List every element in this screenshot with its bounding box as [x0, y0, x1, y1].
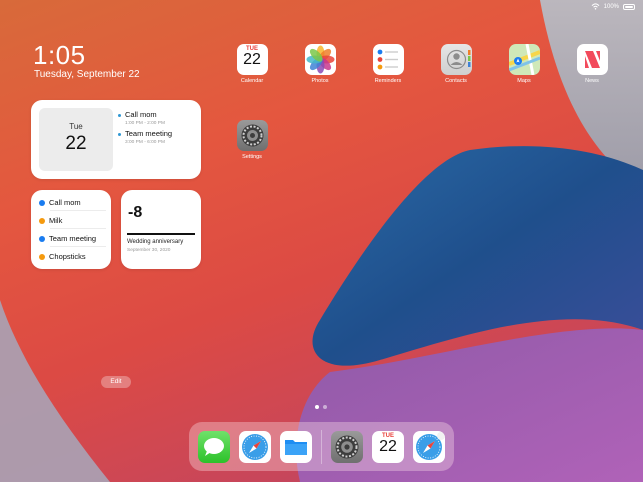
- app-label: Photos: [311, 78, 329, 84]
- calendar-icon-day: 22: [379, 438, 397, 455]
- dock-safari-recent[interactable]: [413, 431, 445, 463]
- app-label: News: [585, 78, 599, 84]
- calendar-icon-day: 22: [243, 51, 261, 68]
- reminders-widget[interactable]: Call mom Milk Team meeting Chopsticks: [31, 190, 111, 269]
- app-news[interactable]: News: [570, 44, 614, 84]
- news-icon: [576, 44, 608, 75]
- contacts-icon: [440, 44, 472, 75]
- app-maps[interactable]: Maps: [502, 44, 546, 84]
- dock-settings[interactable]: [331, 431, 363, 463]
- folder-icon: [285, 440, 307, 455]
- calendar-event[interactable]: Call mom 1:00 PM - 2:00 PM: [118, 110, 195, 126]
- event-dot-icon: [118, 133, 121, 136]
- page-indicator[interactable]: [323, 405, 327, 409]
- reminder-label: Call mom: [49, 198, 81, 207]
- app-label: Maps: [517, 78, 531, 84]
- reminder-dot-icon: [39, 253, 45, 260]
- dock-files[interactable]: [280, 431, 312, 463]
- app-label: Contacts: [445, 78, 467, 84]
- app-calendar[interactable]: TUE 22 Calendar: [230, 44, 274, 84]
- divider: [50, 228, 106, 229]
- event-title: Call mom: [125, 110, 157, 119]
- clock-time: 1:05: [33, 40, 86, 70]
- dock-calendar[interactable]: TUE 22: [372, 431, 404, 463]
- reminder-item[interactable]: Call mom: [39, 198, 81, 207]
- app-label: Reminders: [374, 78, 402, 84]
- dock-safari[interactable]: [239, 431, 271, 463]
- reminder-dot-icon: [39, 199, 45, 206]
- event-title: Team meeting: [125, 129, 173, 138]
- app-label: Calendar: [240, 78, 264, 84]
- calendar-widget-date: 22: [65, 133, 87, 154]
- reminder-item[interactable]: Team meeting: [39, 234, 96, 243]
- countdown-date: September 30, 2020: [127, 248, 171, 253]
- calendar-widget-weekday: Tue: [69, 122, 83, 131]
- dock-messages[interactable]: [198, 431, 230, 463]
- countdown-widget[interactable]: -8 Wedding anniversary September 30, 202…: [121, 190, 201, 269]
- gear-icon: [236, 120, 268, 151]
- reminder-item[interactable]: Chopsticks: [39, 252, 86, 261]
- event-time: 1:00 PM - 2:00 PM: [125, 121, 165, 126]
- maps-icon: [508, 44, 540, 75]
- gear-icon: [335, 435, 359, 459]
- reminder-dot-icon: [39, 235, 45, 242]
- app-photos[interactable]: Photos: [298, 44, 342, 84]
- divider: [127, 233, 195, 235]
- battery-percent: 100%: [603, 3, 619, 10]
- app-contacts[interactable]: Contacts: [434, 44, 478, 84]
- edit-button[interactable]: Edit: [101, 376, 131, 388]
- page-indicator-active[interactable]: [315, 405, 319, 409]
- event-dot-icon: [118, 114, 121, 117]
- app-settings[interactable]: Settings: [230, 120, 274, 160]
- messages-icon: [204, 438, 224, 456]
- dock-divider: [321, 430, 322, 464]
- reminder-dot-icon: [39, 217, 45, 224]
- battery-icon: [623, 3, 635, 10]
- reminder-label: Chopsticks: [49, 252, 86, 261]
- wifi-icon: [591, 3, 600, 10]
- app-reminders[interactable]: Reminders: [366, 44, 410, 84]
- calendar-widget[interactable]: Tue 22 Call mom 1:00 PM - 2:00 PM Team m…: [31, 100, 201, 179]
- safari-icon: [242, 434, 268, 460]
- divider: [50, 210, 106, 211]
- app-label: Settings: [242, 154, 262, 160]
- reminder-item[interactable]: Milk: [39, 216, 62, 225]
- calendar-widget-day: Tue 22: [39, 108, 113, 171]
- calendar-event[interactable]: Team meeting 3:00 PM - 6:00 PM: [118, 129, 195, 145]
- reminders-icon: [372, 44, 404, 75]
- calendar-icon: TUE 22: [236, 44, 268, 75]
- reminder-label: Team meeting: [49, 234, 97, 243]
- reminder-label: Milk: [49, 216, 63, 225]
- event-time: 3:00 PM - 6:00 PM: [125, 140, 165, 145]
- safari-icon: [416, 432, 445, 460]
- divider: [50, 246, 106, 247]
- countdown-value: -8: [128, 204, 143, 221]
- status-bar: 100%: [591, 3, 635, 10]
- photos-icon: [304, 44, 336, 75]
- clock-date: Tuesday, September 22: [34, 69, 140, 80]
- countdown-title: Wedding anniversary: [127, 239, 184, 245]
